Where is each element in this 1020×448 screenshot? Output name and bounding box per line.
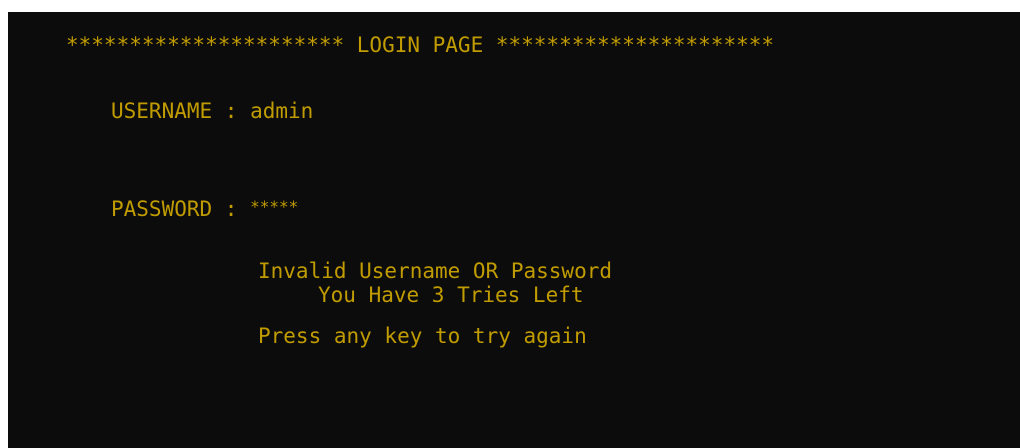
password-label: PASSWORD — [111, 197, 213, 221]
password-separator: : — [212, 197, 251, 221]
username-row: USERNAME : admin — [111, 96, 313, 126]
username-value[interactable]: admin — [250, 99, 313, 123]
console-window[interactable]: ********************** LOGIN PAGE ******… — [8, 12, 1020, 448]
password-row: PASSWORD : ***** — [111, 192, 298, 224]
username-label: USERNAME — [111, 99, 213, 123]
password-masked-value[interactable]: ***** — [250, 197, 298, 216]
login-page-banner: ********************** LOGIN PAGE ******… — [66, 33, 775, 57]
username-separator: : — [212, 99, 251, 123]
retry-prompt-message: Press any key to try again — [258, 324, 587, 348]
tries-left-message: You Have 3 Tries Left — [318, 283, 584, 307]
